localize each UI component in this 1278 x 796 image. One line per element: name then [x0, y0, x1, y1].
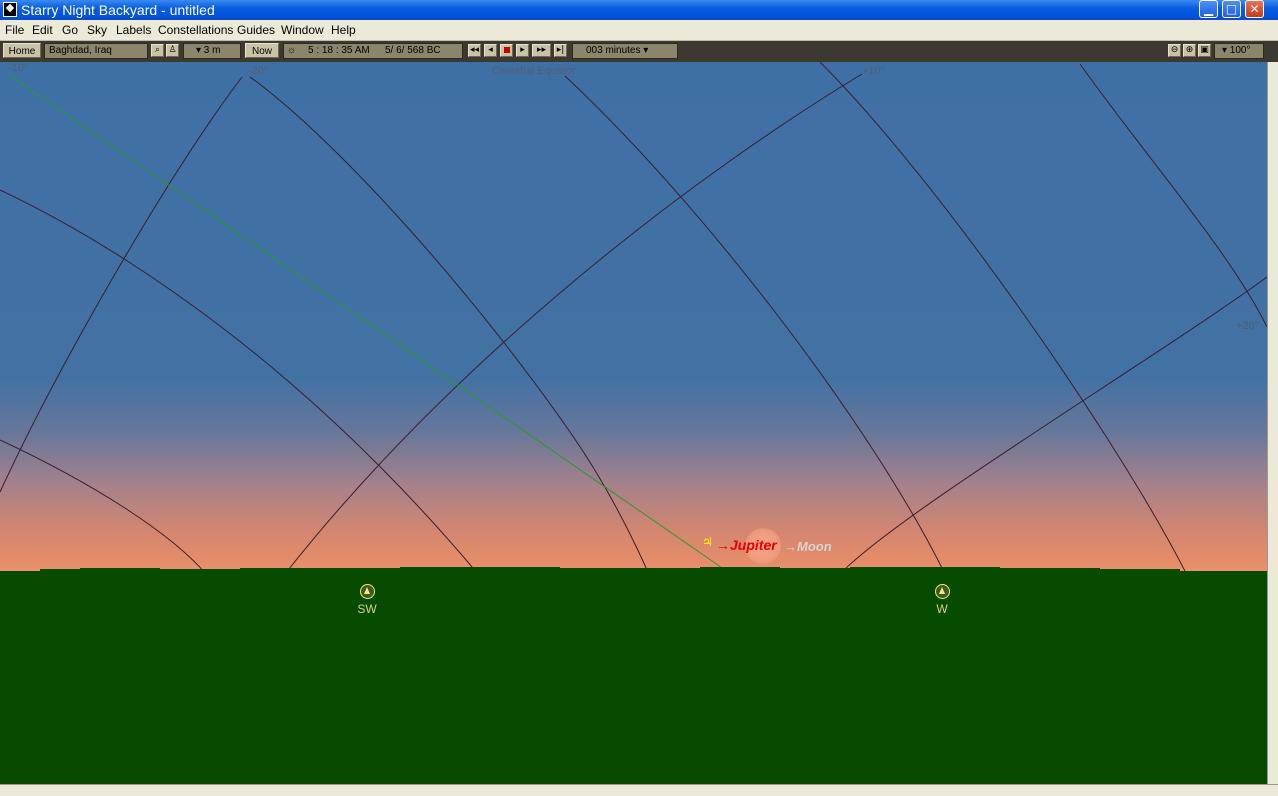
time-date-field: ☼ 5 : 18 : 35 AM 5/ 6/ 568 BC	[283, 43, 463, 59]
fov-field[interactable]: ▾ 100°	[1214, 43, 1264, 59]
grid-line	[819, 62, 1189, 578]
menu-sky[interactable]: Sky	[87, 23, 107, 37]
title-bar: Starry Night Backyard - untitled ▁ □ ✕	[0, 0, 1278, 20]
menu-edit[interactable]: Edit	[32, 23, 53, 37]
play-icon[interactable]: ▸	[516, 44, 529, 57]
grid-line	[1079, 63, 1267, 328]
grid-label: -10°	[8, 62, 29, 74]
jupiter-icon[interactable]: ♃	[702, 535, 713, 549]
end-icon[interactable]: ▸|	[554, 44, 567, 57]
ground	[0, 571, 1267, 784]
menu-bar: File Edit Go Sky Labels Constellations G…	[0, 20, 1278, 41]
grid-label: +20°	[1236, 320, 1260, 332]
compass-icon	[934, 584, 950, 599]
jupiter-name[interactable]: Jupiter	[730, 537, 777, 553]
grid-line	[0, 189, 479, 575]
maximize-button[interactable]: □	[1222, 0, 1241, 18]
moon-name[interactable]: Moon	[797, 539, 832, 554]
location-field[interactable]: Baghdad, Iraq	[44, 43, 148, 59]
compass-sw[interactable]: SW	[347, 584, 387, 616]
fast-forward-icon[interactable]: ▸▸	[532, 44, 551, 57]
grid-line	[839, 276, 1267, 575]
compass-label: W	[936, 602, 948, 616]
grid-line	[284, 73, 863, 575]
stop-icon[interactable]	[500, 44, 513, 57]
sky-view[interactable]: -10° -20° Celestial Equator +10° +20° ♃ …	[0, 62, 1267, 784]
step-back-icon[interactable]: ◂	[484, 44, 497, 57]
home-button[interactable]: Home	[3, 43, 41, 58]
elevation-field[interactable]: ▾ 3 m	[183, 43, 241, 59]
jupiter-label[interactable]: →Jupiter	[716, 537, 777, 553]
window-border-bottom	[0, 784, 1278, 796]
compass-w[interactable]: W	[922, 584, 962, 616]
telescope-icon[interactable]: ⌕	[151, 44, 164, 57]
menu-file[interactable]: File	[5, 23, 24, 37]
window-border-right	[1267, 62, 1278, 784]
grid-line	[249, 76, 649, 573]
grid-line	[0, 439, 207, 575]
menu-go[interactable]: Go	[62, 23, 78, 37]
grid-label: +10°	[862, 65, 886, 77]
zoom-box-icon[interactable]: ▣	[1198, 44, 1211, 57]
close-button[interactable]: ✕	[1245, 0, 1264, 18]
menu-guides[interactable]: Guides	[237, 23, 275, 37]
window-title: Starry Night Backyard - untitled	[21, 2, 215, 18]
menu-labels[interactable]: Labels	[116, 23, 151, 37]
rewind-icon[interactable]: ◂◂	[468, 44, 481, 57]
date-value[interactable]: 5/ 6/ 568 BC	[385, 44, 441, 58]
app-icon[interactable]	[3, 2, 17, 17]
time-step-field[interactable]: 003 minutes ▾	[572, 43, 678, 59]
celestial-equator-label: Celestial Equator	[492, 65, 576, 77]
ecliptic-line	[7, 73, 729, 573]
compass-label: SW	[357, 602, 377, 616]
moon-label[interactable]: →Moon	[784, 539, 832, 554]
menu-constellations[interactable]: Constellations	[158, 23, 233, 37]
viewer-icon[interactable]: ♙	[166, 44, 179, 57]
minimize-button[interactable]: ▁	[1199, 0, 1218, 18]
compass-icon	[359, 584, 375, 599]
zoom-in-icon[interactable]: ⊕	[1183, 44, 1196, 57]
zoom-out-icon[interactable]: ⊖	[1168, 44, 1181, 57]
grid-line	[0, 76, 243, 493]
grid-label: -20°	[248, 65, 269, 77]
grid-line	[564, 75, 946, 575]
now-button[interactable]: Now	[245, 43, 279, 58]
menu-help[interactable]: Help	[331, 23, 356, 37]
time-value[interactable]: 5 : 18 : 35 AM	[308, 44, 370, 58]
sun-time-icon[interactable]: ☼	[287, 44, 296, 58]
toolbar: Home Baghdad, Iraq ⌕ ♙ ▾ 3 m Now ☼ 5 : 1…	[0, 41, 1278, 62]
menu-window[interactable]: Window	[281, 23, 324, 37]
